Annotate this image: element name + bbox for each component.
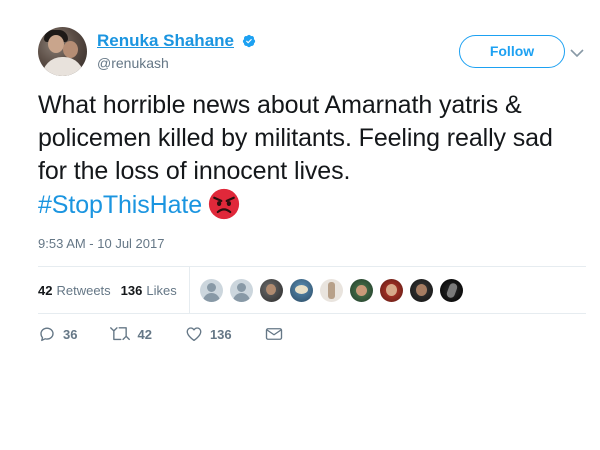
tweet-text: What horrible news about Amarnath yatris… [38, 89, 568, 222]
reply-count: 36 [63, 326, 78, 342]
envelope-icon[interactable] [265, 326, 283, 342]
likes-label: Likes [146, 282, 177, 298]
follow-button[interactable]: Follow [459, 35, 565, 68]
retweets-label: Retweets [56, 282, 111, 298]
divider [38, 266, 586, 267]
angry-face-icon [208, 188, 240, 220]
retweets-count: 42 [38, 282, 53, 298]
liker-avatar[interactable] [409, 278, 433, 302]
tweet-body: What horrible news about Amarnath yatris… [38, 91, 553, 185]
liker-avatar[interactable] [199, 278, 223, 302]
liker-avatar[interactable] [439, 278, 463, 302]
divider [38, 313, 586, 314]
like-count: 136 [209, 326, 232, 342]
liker-facepile [199, 278, 470, 302]
heart-icon[interactable] [185, 325, 203, 343]
retweets-stat[interactable]: 42 Retweets [38, 283, 111, 298]
tweet-actions: 36 42 136 [38, 325, 283, 343]
tweet-stats: 42 Retweets 136 Likes [38, 266, 470, 314]
reply-icon[interactable] [38, 325, 56, 343]
author-handle[interactable]: @renukash [97, 55, 256, 71]
avatar[interactable] [38, 27, 87, 76]
liker-avatar[interactable] [229, 278, 253, 302]
likes-count: 136 [120, 282, 143, 298]
author-block: Renuka Shahane @renukash [97, 31, 256, 71]
chevron-down-icon[interactable] [570, 49, 584, 57]
liker-avatar[interactable] [319, 278, 343, 302]
liker-avatar[interactable] [259, 278, 283, 302]
stats-separator [188, 266, 190, 314]
likes-stat[interactable]: 136 Likes [121, 283, 177, 298]
author-display-name[interactable]: Renuka Shahane [97, 31, 234, 51]
reply-action[interactable]: 36 [38, 325, 77, 343]
hashtag-link[interactable]: #StopThisHate [38, 191, 202, 219]
retweet-action[interactable]: 42 [110, 325, 152, 343]
liker-avatar[interactable] [289, 278, 313, 302]
liker-avatar[interactable] [379, 278, 403, 302]
like-action[interactable]: 136 [185, 325, 232, 343]
retweet-icon[interactable] [110, 325, 131, 343]
verified-badge-icon [243, 34, 256, 48]
retweet-count: 42 [137, 326, 152, 342]
liker-avatar[interactable] [349, 278, 373, 302]
tweet-timestamp[interactable]: 9:53 AM - 10 Jul 2017 [38, 236, 164, 251]
direct-message-action[interactable] [265, 326, 283, 342]
tweet-header: Renuka Shahane @renukash Follow [38, 27, 588, 77]
